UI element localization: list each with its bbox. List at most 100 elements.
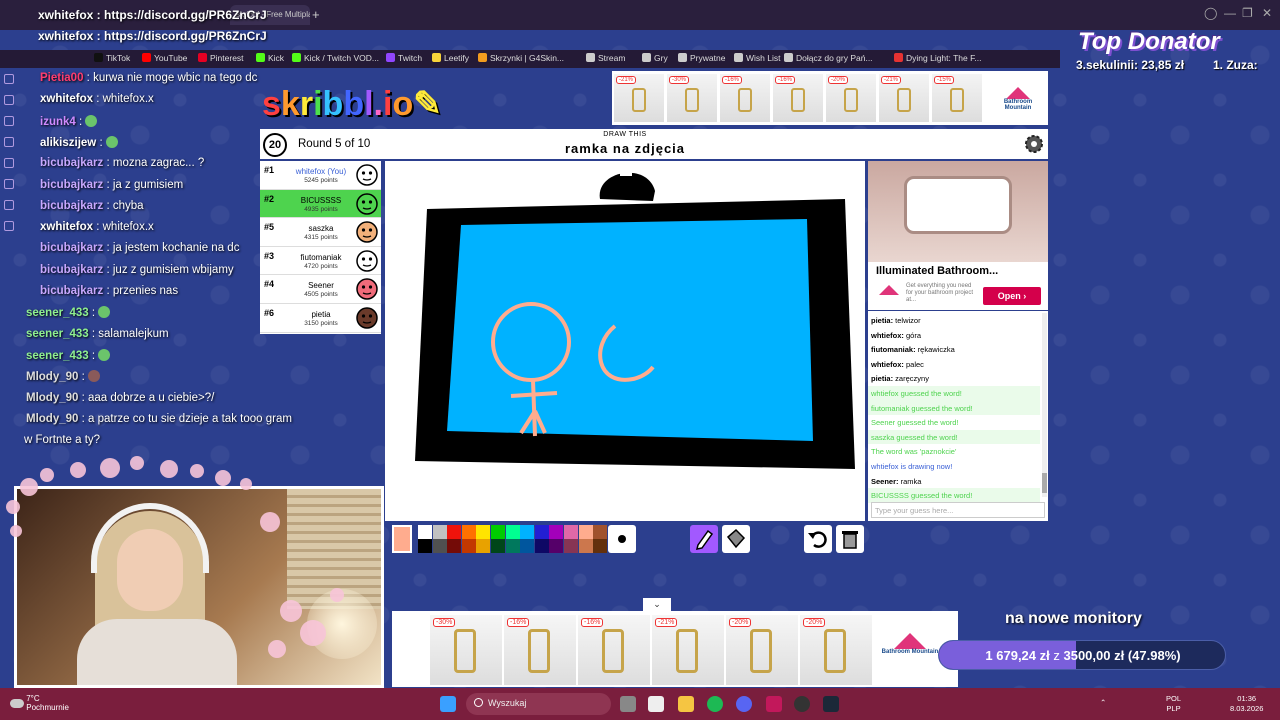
bookmark-item[interactable]: Stream (586, 53, 625, 63)
color-swatch[interactable] (534, 539, 549, 553)
player-row[interactable]: #6 pietia 3150 points (260, 304, 381, 333)
color-swatch[interactable] (476, 539, 491, 553)
color-swatch[interactable] (418, 525, 432, 539)
ad-product-thumb[interactable]: -20% (800, 615, 872, 685)
browser-icon[interactable] (794, 696, 810, 712)
chat-username[interactable]: seener_433 (26, 350, 89, 362)
bookmark-item[interactable]: Kick (256, 53, 284, 63)
search-tabs-icon[interactable]: ◯ (1204, 6, 1217, 20)
ad-product-thumb[interactable]: -30% (430, 615, 502, 685)
clock[interactable]: 01:36 8.03.2026 (1230, 694, 1263, 714)
color-swatch[interactable] (520, 525, 535, 539)
color-swatch[interactable] (461, 539, 476, 553)
color-swatch[interactable] (505, 539, 520, 553)
ad-product-thumb[interactable]: -30% (667, 74, 717, 122)
new-tab-icon[interactable]: + (312, 7, 320, 22)
ad-open-button[interactable]: Open › (983, 287, 1041, 305)
chat-username[interactable]: bicubajkarz (40, 242, 103, 254)
task-view-icon[interactable] (620, 696, 636, 712)
ad-product-thumb[interactable]: -16% (504, 615, 576, 685)
color-swatch[interactable] (476, 525, 491, 539)
bookmark-item[interactable]: Twitch (386, 53, 422, 63)
ad-banner-top[interactable]: Bathroom Mountain -21% -30% -16% -16% -20% -2… (612, 71, 1048, 125)
chat-username[interactable]: bicubajkarz (40, 200, 103, 212)
close-icon[interactable]: ✕ (1262, 6, 1272, 20)
maximize-icon[interactable]: ❐ (1242, 6, 1253, 20)
bookmark-item[interactable]: Skrzynki | G4Skin... (478, 53, 564, 63)
chat-username[interactable]: alikiszijew (40, 137, 96, 149)
bookmark-item[interactable]: Prywatne (678, 53, 725, 63)
settings-gear-icon[interactable] (1022, 132, 1046, 156)
sidebar-icon[interactable] (4, 137, 14, 147)
chat-username[interactable]: Mlody_90 (26, 392, 78, 404)
guess-input[interactable]: Type your guess here... (871, 502, 1045, 518)
bookmark-item[interactable]: Dying Light: The F... (894, 53, 981, 63)
ad-product-thumb[interactable]: -20% (826, 74, 876, 122)
color-swatch[interactable] (534, 525, 549, 539)
brush-size-button[interactable] (608, 525, 636, 553)
bookmark-item[interactable]: Dołącz do gry Pań... (784, 53, 873, 63)
chat-username[interactable]: Mlody_90 (26, 413, 78, 425)
ad-banner-bottom[interactable]: Bathroom Mountain -30% -16% -16% -21% -20% -2… (392, 611, 958, 687)
bookmark-item[interactable]: Wish List (734, 53, 780, 63)
player-row[interactable]: #5 saszka 4315 points (260, 218, 381, 247)
bookmark-item[interactable]: YouTube (142, 53, 187, 63)
chat-username[interactable]: bicubajkarz (40, 285, 103, 297)
color-swatch[interactable] (432, 539, 447, 553)
color-swatch[interactable] (461, 525, 476, 539)
color-swatch[interactable] (418, 539, 432, 553)
clear-button[interactable] (836, 525, 864, 553)
color-swatch[interactable] (491, 525, 505, 539)
player-row[interactable]: #1 whitefox (You) 5245 points (260, 161, 381, 190)
ad-product-thumb[interactable]: -21% (614, 74, 664, 122)
color-swatch[interactable] (549, 539, 564, 553)
chat-username[interactable]: bicubajkarz (40, 264, 103, 276)
color-swatch[interactable] (549, 525, 564, 539)
ad-product-thumb[interactable]: -16% (578, 615, 650, 685)
chat-scrollbar[interactable] (1042, 313, 1047, 497)
minimize-icon[interactable]: — (1224, 6, 1236, 20)
chat-username[interactable]: seener_433 (26, 328, 89, 340)
ad-product-thumb[interactable]: -21% (879, 74, 929, 122)
bookmark-item[interactable]: Pinterest (198, 53, 244, 63)
ad-product-thumb[interactable]: -16% (773, 74, 823, 122)
sidebar-icon[interactable] (4, 158, 14, 168)
ad-collapse-chevron-icon[interactable]: ⌄ (643, 598, 671, 611)
color-swatch[interactable] (578, 539, 593, 553)
bookmark-item[interactable]: Gry (642, 53, 668, 63)
sidebar-icon[interactable] (4, 116, 14, 126)
player-row[interactable]: #4 Seener 4505 points (260, 275, 381, 304)
fill-tool-button[interactable] (722, 525, 750, 553)
tray-chevron-icon[interactable]: ⌃ (1100, 698, 1106, 708)
color-swatch[interactable] (593, 539, 608, 553)
drawing-canvas[interactable] (385, 161, 865, 521)
chat-username[interactable]: xwhitefox (40, 93, 93, 105)
player-row[interactable]: #2 BICUSSSS 4935 points (260, 189, 381, 219)
obs-icon[interactable] (766, 696, 782, 712)
pencil-tool-button[interactable] (690, 525, 718, 553)
color-swatch[interactable] (447, 525, 462, 539)
color-swatch[interactable] (432, 525, 447, 539)
chat-username[interactable]: xwhitefox (40, 221, 93, 233)
chat-username[interactable]: Pietia00 (40, 72, 83, 84)
sidebar-icon[interactable] (4, 200, 14, 210)
sidebar-icon[interactable] (4, 95, 14, 105)
store-icon[interactable] (648, 696, 664, 712)
sidebar-icon[interactable] (4, 179, 14, 189)
ad-product-thumb[interactable]: -20% (726, 615, 798, 685)
color-swatch[interactable] (593, 525, 608, 539)
steam-icon[interactable] (823, 696, 839, 712)
chat-username[interactable]: bicubajkarz (40, 157, 103, 169)
color-swatch[interactable] (564, 539, 578, 553)
chat-username[interactable]: seener_433 (26, 307, 89, 319)
color-swatch[interactable] (505, 525, 520, 539)
color-swatch[interactable] (578, 525, 593, 539)
sidebar-icon[interactable] (4, 74, 14, 84)
taskbar-search[interactable]: Wyszukaj (466, 693, 611, 715)
explorer-icon[interactable] (678, 696, 694, 712)
ad-product-thumb[interactable]: -16% (720, 74, 770, 122)
spotify-icon[interactable] (707, 696, 723, 712)
start-icon[interactable] (440, 696, 456, 712)
sidebar-icon[interactable] (4, 221, 14, 231)
ad-sidebar[interactable]: Illuminated Bathroom... Get everything y… (868, 161, 1048, 310)
